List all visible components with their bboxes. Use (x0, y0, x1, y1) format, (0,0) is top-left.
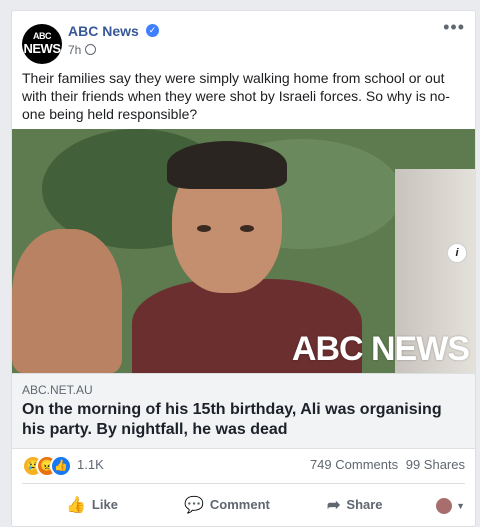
caret-down-icon: ▼ (456, 500, 465, 511)
like-button[interactable]: 👍 Like (66, 488, 118, 522)
post-stats: 😢 😠 👍 1.1K 749 Comments 99 Shares (22, 455, 465, 479)
link-preview[interactable]: ABC.NET.AU On the morning of his 15th bi… (12, 373, 475, 449)
link-title[interactable]: On the morning of his 15th birthday, Ali… (22, 400, 462, 440)
comment-button[interactable]: 💬 Comment (184, 488, 270, 522)
boy-eye (240, 225, 254, 232)
page-avatar[interactable]: ABC NEWS (22, 24, 62, 64)
action-bar: 👍 Like 💬 Comment ➦ Share ▼ (22, 488, 465, 522)
share-label: Share (346, 497, 383, 512)
post-as-selector[interactable]: ▼ (436, 488, 465, 522)
thumbs-up-icon: 👍 (66, 497, 86, 514)
page-name-link[interactable]: ABC News (68, 23, 139, 39)
link-domain: ABC.NET.AU (22, 383, 93, 397)
info-icon[interactable]: i (447, 243, 467, 263)
share-count[interactable]: 99 Shares (406, 457, 465, 472)
comment-label: Comment (209, 497, 270, 512)
like-reaction-icon: 👍 (50, 455, 72, 477)
post-card: ABC NEWS ABC News ✓ 7h ••• Their familie… (11, 10, 476, 527)
avatar-text: NEWS (23, 41, 62, 56)
comment-icon: 💬 (184, 497, 204, 514)
verified-badge-icon: ✓ (146, 24, 159, 37)
boy-hair (167, 141, 287, 189)
share-button[interactable]: ➦ Share (327, 488, 383, 522)
avatar-mark: ABC (33, 31, 52, 41)
pot-decoration (12, 229, 122, 373)
abc-news-watermark: ABC NEWS (291, 330, 470, 368)
more-options-button[interactable]: ••• (443, 18, 465, 36)
post-timestamp[interactable]: 7h (68, 43, 81, 57)
link-image[interactable]: ABC NEWS (12, 129, 475, 373)
boy-eye (197, 225, 211, 232)
divider (22, 483, 465, 484)
globe-icon (85, 44, 97, 55)
post-text: Their families say they were simply walk… (22, 70, 450, 122)
post-meta: 7h (68, 43, 97, 57)
comment-count[interactable]: 749 Comments (310, 457, 398, 472)
reaction-count[interactable]: 1.1K (77, 457, 104, 472)
engagement-counts: 749 Comments 99 Shares (306, 457, 465, 472)
user-avatar (436, 497, 453, 514)
share-arrow-icon: ➦ (327, 497, 341, 514)
like-label: Like (91, 497, 118, 512)
post-header: ABC NEWS ABC News ✓ 7h ••• (22, 18, 465, 65)
